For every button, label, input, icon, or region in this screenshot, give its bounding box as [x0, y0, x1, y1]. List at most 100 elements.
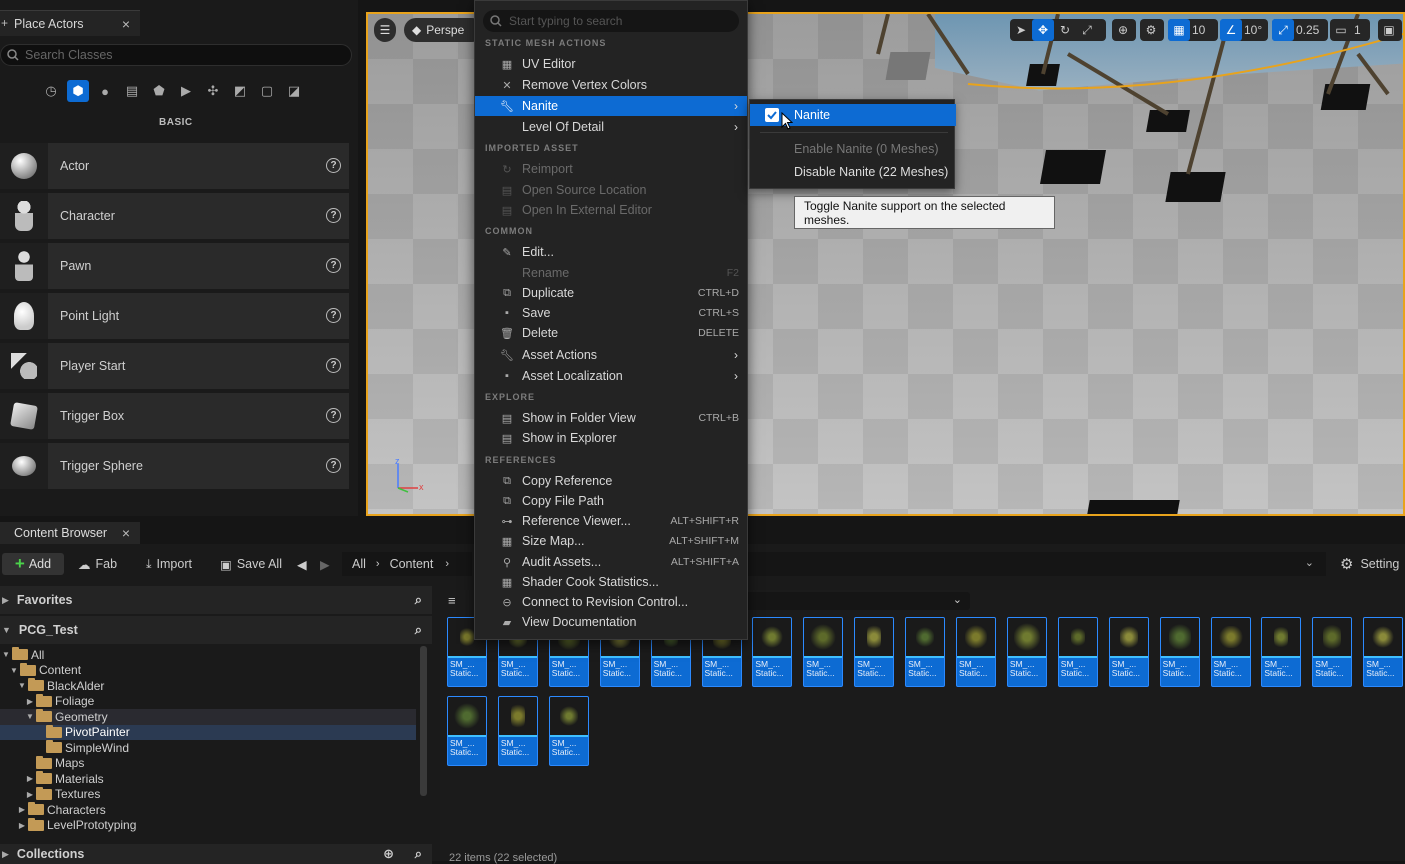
- project-header[interactable]: ▼ PCG_Test ⌕: [0, 616, 432, 644]
- asset-tile[interactable]: SM_... Static...: [1057, 617, 1098, 687]
- tree-item-all[interactable]: ▼ All: [0, 647, 416, 663]
- surface-snap-button[interactable]: ⚙: [1140, 19, 1164, 41]
- collections-header[interactable]: ▶ Collections ⊕ ⌕: [0, 844, 432, 864]
- chevron-right-icon[interactable]: ›: [376, 558, 380, 570]
- asset-tile[interactable]: SM_... Static...: [803, 617, 844, 687]
- favorites-header[interactable]: ▶ Favorites ⌕: [0, 586, 432, 614]
- menu-item-asset-actions[interactable]: 🔧︎ Asset Actions ›: [475, 345, 747, 365]
- menu-item-connect-revision-control[interactable]: ⊖ Connect to Revision Control...: [475, 592, 747, 612]
- filter-icon[interactable]: ≡: [448, 593, 456, 608]
- asset-tile[interactable]: SM_... Static...: [497, 696, 538, 766]
- asset-tile[interactable]: SM_... Static...: [1210, 617, 1251, 687]
- basic-icon[interactable]: ⬢: [67, 80, 89, 102]
- actor-item-trigger-box[interactable]: Trigger Box ?: [0, 393, 349, 439]
- menu-item-show-in-explorer[interactable]: ▤ Show in Explorer: [475, 428, 747, 448]
- place-actors-tab[interactable]: + Place Actors ×: [0, 10, 140, 36]
- tree-item-blackalder[interactable]: ▼ BlackAlder: [0, 678, 416, 694]
- menu-item-audit-assets[interactable]: ⚲ Audit Assets... ALT+SHIFT+A: [475, 552, 747, 572]
- menu-item-reimport[interactable]: ↻ Reimport: [475, 159, 747, 179]
- world-space-button[interactable]: ⊕: [1112, 19, 1136, 41]
- search-icon[interactable]: ⌕: [415, 592, 422, 608]
- tree-item-materials[interactable]: ▶ Materials: [0, 771, 416, 787]
- menu-search-input[interactable]: Start typing to search: [483, 10, 739, 32]
- asset-tile[interactable]: SM_... Static...: [1159, 617, 1200, 687]
- menu-item-asset-localization[interactable]: ▪ Asset Localization ›: [475, 366, 747, 386]
- asset-tile[interactable]: SM_... Static...: [548, 696, 589, 766]
- menu-item-copy-reference[interactable]: ⧉ Copy Reference: [475, 471, 747, 491]
- import-button[interactable]: ⤓ Import: [146, 553, 192, 575]
- actor-item-player-start[interactable]: Player Start ?: [0, 343, 349, 389]
- search-icon[interactable]: ⌕: [415, 846, 422, 862]
- all-classes-icon[interactable]: ◩: [229, 80, 251, 102]
- menu-item-delete[interactable]: 🗑︎ Delete DELETE: [475, 323, 747, 343]
- cinematic-icon[interactable]: ▤: [121, 80, 143, 102]
- layout-button[interactable]: ▣: [1378, 19, 1402, 41]
- visual-effects-icon[interactable]: ⬟: [148, 80, 170, 102]
- menu-item-uv-editor[interactable]: ▦ UV Editor: [475, 54, 747, 74]
- tree-item-content[interactable]: ▼ Content: [0, 662, 416, 679]
- tree-item-pivotpainter[interactable]: PivotPainter: [0, 724, 416, 740]
- enable-nanite-item[interactable]: Enable Nanite (0 Meshes): [794, 142, 939, 156]
- tree-item-foliage[interactable]: ▶ Foliage: [0, 693, 416, 710]
- select-icon[interactable]: ➤: [1010, 19, 1032, 41]
- disable-nanite-item[interactable]: Disable Nanite (22 Meshes): [794, 165, 948, 179]
- recent-icon[interactable]: ◷: [40, 80, 62, 102]
- back-button[interactable]: ◀: [297, 553, 307, 575]
- help-icon[interactable]: ?: [326, 258, 341, 273]
- actor-item-trigger-sphere[interactable]: Trigger Sphere ?: [0, 443, 349, 489]
- close-icon[interactable]: ×: [122, 525, 130, 541]
- menu-item-duplicate[interactable]: ⧉ Duplicate CTRL+D: [475, 283, 747, 303]
- viewport-menu-button[interactable]: ☰: [374, 18, 396, 42]
- tree-scrollbar[interactable]: [420, 646, 427, 796]
- tree-item-maps[interactable]: Maps: [0, 755, 416, 772]
- scale-icon[interactable]: ⤢: [1076, 19, 1098, 41]
- menu-item-remove-vertex-colors[interactable]: ✕ Remove Vertex Colors: [475, 75, 747, 95]
- menu-item-size-map[interactable]: ▦ Size Map... ALT+SHIFT+M: [475, 531, 747, 551]
- asset-tile[interactable]: SM_... Static...: [905, 617, 946, 687]
- actor-item-point-light[interactable]: Point Light ?: [0, 293, 349, 339]
- tree-item-textures[interactable]: ▶ Textures: [0, 786, 416, 803]
- grid-snap-button[interactable]: ▦ 10: [1168, 19, 1218, 41]
- help-icon[interactable]: ?: [326, 158, 341, 173]
- help-icon[interactable]: ?: [326, 408, 341, 423]
- menu-item-nanite[interactable]: 🔧︎ Nanite ›: [475, 96, 747, 116]
- asset-tile[interactable]: SM_... Static...: [1363, 617, 1404, 687]
- asset-tile[interactable]: SM_... Static...: [1006, 617, 1047, 687]
- chevron-down-icon[interactable]: ⌄: [1305, 556, 1314, 569]
- search-icon[interactable]: ⌕: [415, 622, 422, 638]
- camera-speed-button[interactable]: ▭ 1: [1330, 19, 1370, 41]
- asset-tile[interactable]: SM_... Static...: [447, 696, 487, 766]
- asset-tile[interactable]: SM_... Static...: [1261, 617, 1302, 687]
- checkbox-checked-icon[interactable]: [765, 108, 779, 122]
- menu-item-open-external-editor[interactable]: ▤ Open In External Editor: [475, 200, 747, 220]
- menu-item-shader-cook-statistics[interactable]: ▦ Shader Cook Statistics...: [475, 572, 747, 592]
- more-icon[interactable]: ◪: [283, 80, 305, 102]
- move-icon[interactable]: ✥: [1032, 19, 1054, 41]
- tree-item-geometry[interactable]: ▼ Geometry: [0, 709, 416, 725]
- asset-search-input[interactable]: ⌄: [748, 552, 1326, 576]
- perspective-button[interactable]: ◆ Perspe: [404, 18, 484, 42]
- rotate-icon[interactable]: ↻: [1054, 19, 1076, 41]
- close-icon[interactable]: ×: [122, 16, 130, 32]
- actor-item-character[interactable]: Character ?: [0, 193, 349, 239]
- lights-icon[interactable]: ●: [94, 80, 116, 102]
- chevron-right-icon[interactable]: ›: [445, 558, 449, 570]
- menu-item-reference-viewer[interactable]: ⊶ Reference Viewer... ALT+SHIFT+R: [475, 511, 747, 531]
- menu-item-view-documentation[interactable]: ▰ View Documentation: [475, 612, 747, 632]
- content-browser-tab[interactable]: Content Browser ×: [0, 522, 140, 544]
- tree-item-levelprototyping[interactable]: ▶ LevelPrototyping: [0, 817, 416, 834]
- geometry-icon[interactable]: ▶: [175, 80, 197, 102]
- actor-item-actor[interactable]: Actor ?: [0, 143, 349, 189]
- shapes-icon[interactable]: ▢: [256, 80, 278, 102]
- menu-item-edit[interactable]: ✎ Edit...: [475, 242, 747, 262]
- add-collection-icon[interactable]: ⊕: [383, 846, 394, 862]
- asset-tile[interactable]: SM_... Static...: [752, 617, 793, 687]
- asset-tile[interactable]: SM_... Static...: [854, 617, 895, 687]
- help-icon[interactable]: ?: [326, 208, 341, 223]
- breadcrumb-all[interactable]: All: [352, 557, 366, 571]
- breadcrumb-content[interactable]: Content: [390, 557, 434, 571]
- help-icon[interactable]: ?: [326, 308, 341, 323]
- filter-dropdown[interactable]: ⌄: [740, 592, 970, 610]
- fab-button[interactable]: ☁ Fab: [78, 553, 117, 575]
- menu-item-show-in-folder-view[interactable]: ▤ Show in Folder View CTRL+B: [475, 408, 747, 428]
